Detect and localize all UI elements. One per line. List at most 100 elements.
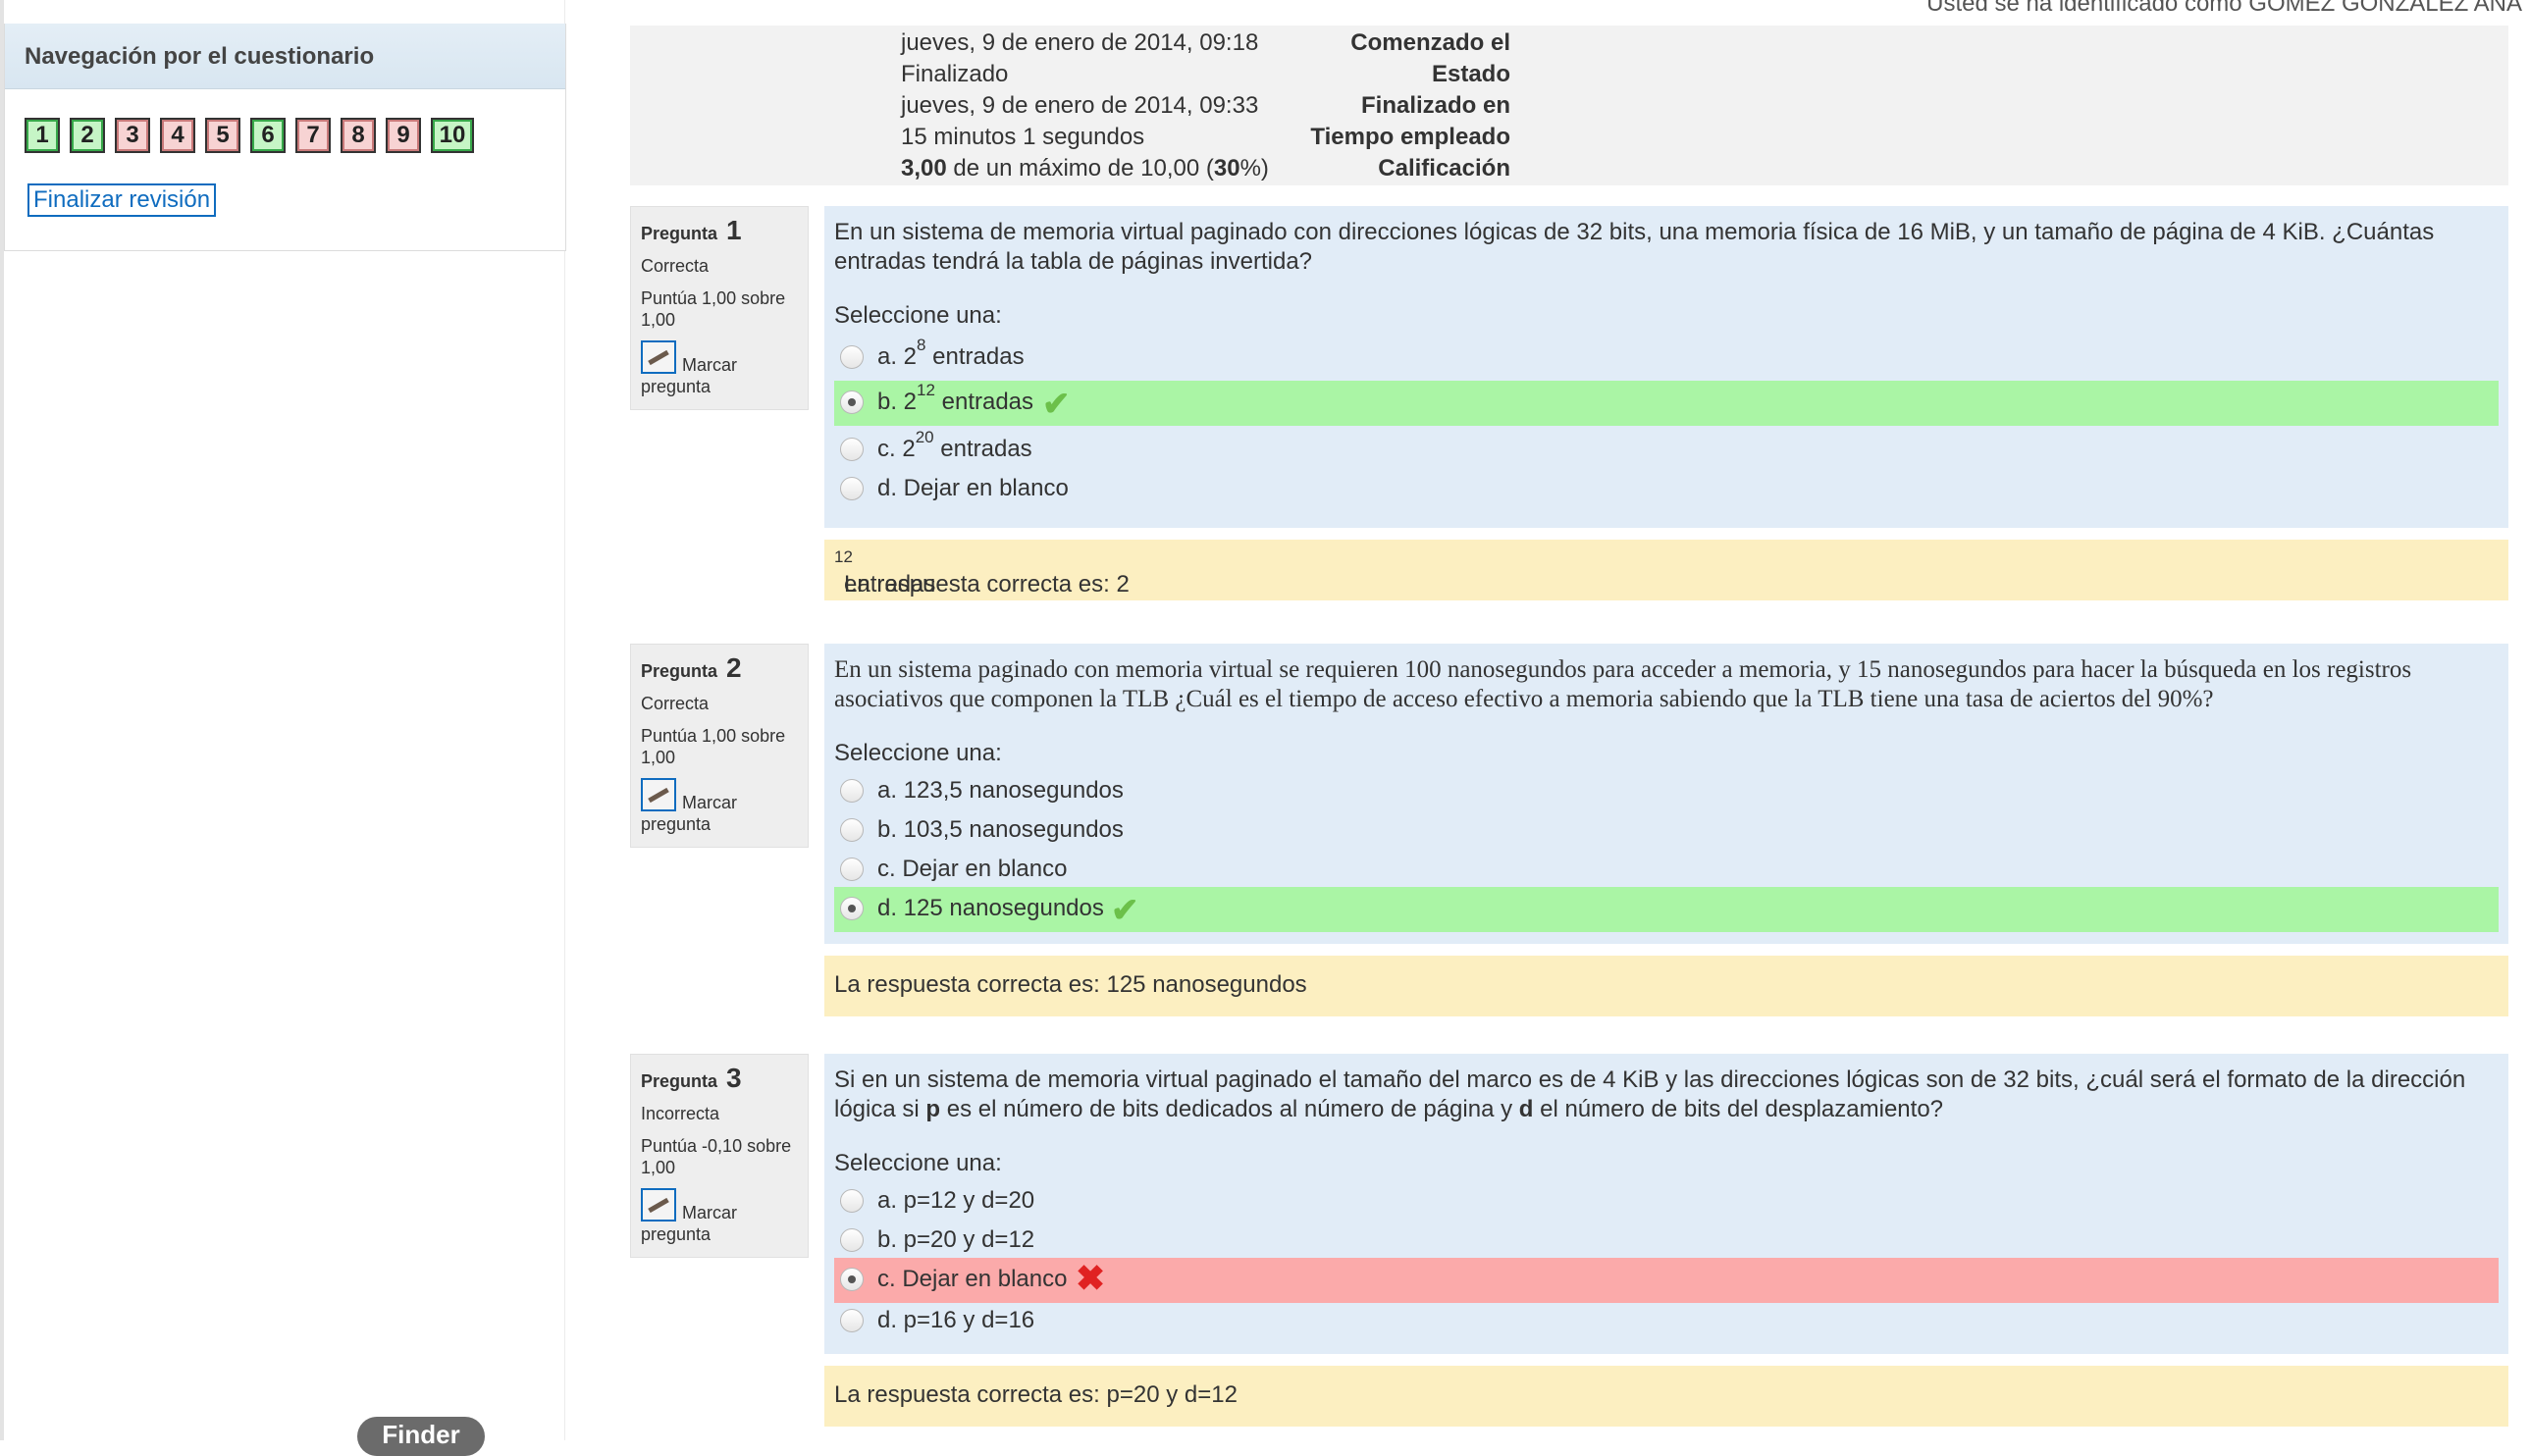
question-3-content: Si en un sistema de memoria virtual pagi…	[824, 1054, 2508, 1354]
radio-button[interactable]	[840, 477, 864, 500]
question-text: En un sistema paginado con memoria virtu…	[834, 656, 2412, 712]
question-label: Pregunta	[641, 1071, 718, 1091]
question-button-4[interactable]: 4	[160, 118, 195, 153]
option-d[interactable]: d. 125 nanosegundos ✔	[834, 887, 2499, 932]
question-grade: Puntúa 1,00 sobre 1,00	[641, 288, 786, 330]
radio-button[interactable]	[840, 1309, 864, 1332]
question-button-1[interactable]: 1	[25, 118, 60, 153]
question-label: Pregunta	[641, 661, 718, 681]
finish-review-link[interactable]: Finalizar revisión	[27, 183, 217, 217]
flag-question[interactable]: Marcar pregunta	[641, 778, 803, 834]
radio-button[interactable]	[840, 858, 864, 881]
flag-icon[interactable]	[641, 778, 676, 811]
question-button-10[interactable]: 10	[431, 118, 474, 153]
option-c[interactable]: c. Dejar en blanco ✖	[834, 1258, 2499, 1303]
summary-grade-value: 3,00 de un máximo de 10,00 (30%)	[901, 155, 1269, 182]
question-button-7[interactable]: 7	[295, 118, 331, 153]
finder-dock-label[interactable]: Finder	[357, 1417, 485, 1456]
question-grade: Puntúa -0,10 sobre 1,00	[641, 1136, 792, 1177]
summary-value: Finalizado	[901, 61, 1009, 87]
question-number-value: 3	[726, 1063, 742, 1093]
option-exponent: 12	[917, 381, 935, 399]
option-label: b. p=20 y d=12	[877, 1226, 1035, 1253]
option-exponent: 20	[915, 428, 934, 446]
radio-button[interactable]	[840, 779, 864, 803]
flag-question[interactable]: Marcar pregunta	[641, 1188, 803, 1244]
question-button-3[interactable]: 3	[115, 118, 150, 153]
option-suffix: entradas	[925, 343, 1025, 370]
flag-label-2[interactable]: pregunta	[641, 376, 711, 397]
flag-label[interactable]: Marcar	[682, 354, 737, 376]
radio-button[interactable]	[840, 438, 864, 461]
question-button-9[interactable]: 9	[386, 118, 421, 153]
option-suffix: entradas	[934, 389, 1034, 415]
radio-button[interactable]	[840, 1268, 864, 1291]
correct-answer-text: La respuesta correcta es: 2 12 entradas	[834, 547, 1130, 598]
summary-row-state: Estado Finalizado	[630, 59, 2508, 90]
option-label: b. 212 entradas	[877, 381, 1034, 416]
question-state: Correcta	[641, 694, 710, 713]
option-a[interactable]: a. 28 entradas	[834, 336, 2499, 381]
question-1-content: En un sistema de memoria virtual paginad…	[824, 206, 2508, 528]
correct-answer-feedback: La respuesta correcta es: 2 12 entradas	[824, 540, 2508, 600]
grade-percent: 30	[1213, 155, 1240, 182]
question-number-value: 2	[726, 652, 742, 683]
option-text: a. 2	[877, 343, 918, 370]
correct-answer-text: La respuesta correcta es: 125 nanosegund…	[834, 971, 1307, 998]
cross-icon: ✖	[1076, 1258, 1106, 1298]
quiz-navigation-header: Navegación por el cuestionario	[5, 24, 565, 89]
question-3-info: Pregunta 3 Incorrecta Puntúa -0,10 sobre…	[630, 1054, 809, 1258]
select-one-label: Seleccione una:	[834, 302, 1002, 329]
radio-button[interactable]	[840, 1189, 864, 1213]
question-button-5[interactable]: 5	[205, 118, 240, 153]
option-b[interactable]: b. 212 entradas ✔	[834, 381, 2499, 426]
summary-row-grade: Calificación 3,00 de un máximo de 10,00 …	[630, 153, 2508, 184]
flag-question[interactable]: Marcar pregunta	[641, 340, 803, 396]
question-text-part: el número de bits del desplazamiento?	[1533, 1096, 1944, 1122]
summary-key: Estado	[1431, 61, 1510, 87]
question-button-8[interactable]: 8	[341, 118, 376, 153]
option-d[interactable]: d. p=16 y d=16	[834, 1299, 2499, 1344]
answer-exponent: 12	[834, 547, 853, 566]
option-label: a. 28 entradas	[877, 336, 1025, 371]
flag-label-2[interactable]: pregunta	[641, 813, 711, 835]
attempt-summary-table: Comenzado el jueves, 9 de enero de 2014,…	[630, 26, 2508, 185]
summary-key: Comenzado el	[1350, 29, 1510, 56]
check-icon: ✔	[1111, 892, 1139, 929]
check-icon: ✔	[1042, 386, 1071, 423]
radio-button[interactable]	[840, 345, 864, 369]
flag-label[interactable]: Marcar	[682, 1202, 737, 1223]
radio-button[interactable]	[840, 818, 864, 842]
flag-icon[interactable]	[641, 1188, 676, 1222]
select-one-label: Seleccione una:	[834, 740, 1002, 766]
summary-value: jueves, 9 de enero de 2014, 09:33	[901, 92, 1259, 119]
question-number: Pregunta 3	[641, 1063, 742, 1094]
correct-answer-text: La respuesta correcta es: p=20 y d=12	[834, 1381, 1238, 1408]
flag-icon[interactable]	[641, 340, 676, 374]
option-label: b. 103,5 nanosegundos	[877, 816, 1124, 843]
flag-label[interactable]: Marcar	[682, 792, 737, 813]
radio-button[interactable]	[840, 897, 864, 920]
option-exponent: 8	[917, 336, 926, 354]
question-grade: Puntúa 1,00 sobre 1,00	[641, 726, 786, 767]
select-one-label: Seleccione una:	[834, 1150, 1002, 1176]
question-button-2[interactable]: 2	[70, 118, 105, 153]
correct-answer-feedback: La respuesta correcta es: p=20 y d=12	[824, 1366, 2508, 1427]
question-text-bold-p: p	[925, 1096, 941, 1122]
flag-label-2[interactable]: pregunta	[641, 1223, 711, 1245]
quiz-navigation-title: Navegación por el cuestionario	[25, 43, 375, 70]
user-login-info: Usted se ha identificado como GÓMEZ GONZ…	[1926, 0, 2522, 17]
question-text-part: es el número de bits dedicados al número…	[940, 1096, 1519, 1122]
question-button-6[interactable]: 6	[250, 118, 286, 153]
question-text-bold-d: d	[1518, 1096, 1534, 1122]
radio-button[interactable]	[840, 1228, 864, 1252]
answer-suffix: entradas	[844, 571, 936, 598]
question-text: En un sistema de memoria virtual paginad…	[834, 219, 2435, 275]
summary-value: 15 minutos 1 segundos	[901, 124, 1145, 150]
question-text: Si en un sistema de memoria virtual pagi…	[834, 1066, 2493, 1124]
option-d[interactable]: d. Dejar en blanco	[834, 467, 2499, 512]
option-label: c. Dejar en blanco	[877, 1266, 1068, 1292]
radio-button[interactable]	[840, 390, 864, 414]
question-label: Pregunta	[641, 224, 718, 243]
summary-key: Tiempo empleado	[1310, 124, 1510, 150]
